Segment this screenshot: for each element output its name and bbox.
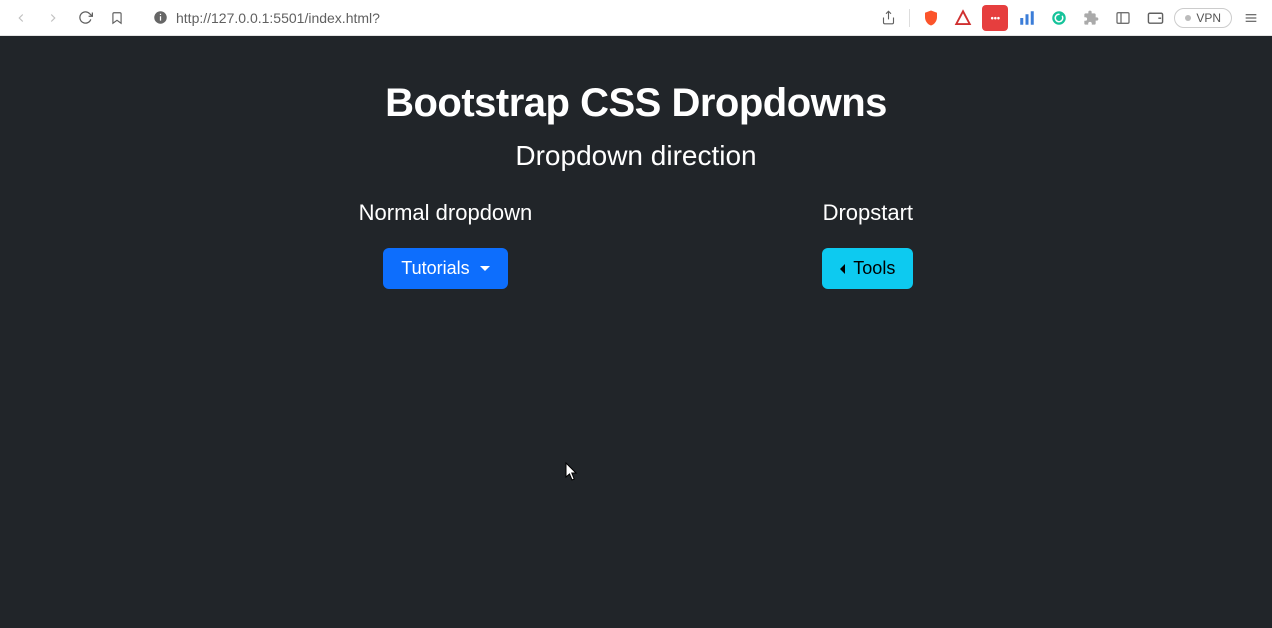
page-viewport: Bootstrap CSS Dropdowns Dropdown directi…: [0, 36, 1272, 628]
wallet-icon[interactable]: [1142, 5, 1168, 31]
toolbar-right: ••• VPN: [875, 5, 1264, 31]
vpn-button[interactable]: VPN: [1174, 8, 1232, 28]
browser-toolbar: http://127.0.0.1:5501/index.html? •••: [0, 0, 1272, 36]
tools-dropstart-button[interactable]: Tools: [822, 248, 913, 289]
brave-shields-icon[interactable]: [918, 5, 944, 31]
extension-red-icon[interactable]: •••: [982, 5, 1008, 31]
cursor-icon: [565, 462, 579, 482]
page-title: Bootstrap CSS Dropdowns: [0, 81, 1272, 126]
caret-down-icon: [480, 266, 490, 271]
site-info-icon[interactable]: [152, 10, 168, 26]
tutorials-button-label: Tutorials: [401, 258, 469, 279]
reload-button[interactable]: [72, 5, 98, 31]
back-button[interactable]: [8, 5, 34, 31]
sidebar-toggle-icon[interactable]: [1110, 5, 1136, 31]
caret-left-icon: [840, 264, 845, 274]
bookmark-button[interactable]: [104, 5, 130, 31]
extension-triangle-icon[interactable]: [950, 5, 976, 31]
url-text: http://127.0.0.1:5501/index.html?: [176, 10, 380, 26]
extension-green-icon[interactable]: [1046, 5, 1072, 31]
columns: Normal dropdown Tutorials Dropstart Tool…: [0, 200, 1272, 289]
label-dropstart: Dropstart: [823, 200, 913, 226]
column-normal: Normal dropdown Tutorials: [359, 200, 533, 289]
address-bar[interactable]: http://127.0.0.1:5501/index.html?: [142, 5, 863, 31]
label-normal: Normal dropdown: [359, 200, 533, 226]
menu-button[interactable]: [1238, 5, 1264, 31]
share-button[interactable]: [875, 5, 901, 31]
forward-button[interactable]: [40, 5, 66, 31]
tools-button-label: Tools: [853, 258, 895, 279]
extensions-button[interactable]: [1078, 5, 1104, 31]
page-subtitle: Dropdown direction: [0, 140, 1272, 172]
extension-red-label: •••: [991, 13, 1000, 23]
page-content: Bootstrap CSS Dropdowns Dropdown directi…: [0, 36, 1272, 289]
vpn-label: VPN: [1196, 11, 1221, 25]
extension-bars-icon[interactable]: [1014, 5, 1040, 31]
divider: [909, 9, 910, 27]
vpn-status-dot: [1185, 15, 1191, 21]
column-dropstart: Dropstart Tools: [822, 200, 913, 289]
tutorials-dropdown-button[interactable]: Tutorials: [383, 248, 507, 289]
